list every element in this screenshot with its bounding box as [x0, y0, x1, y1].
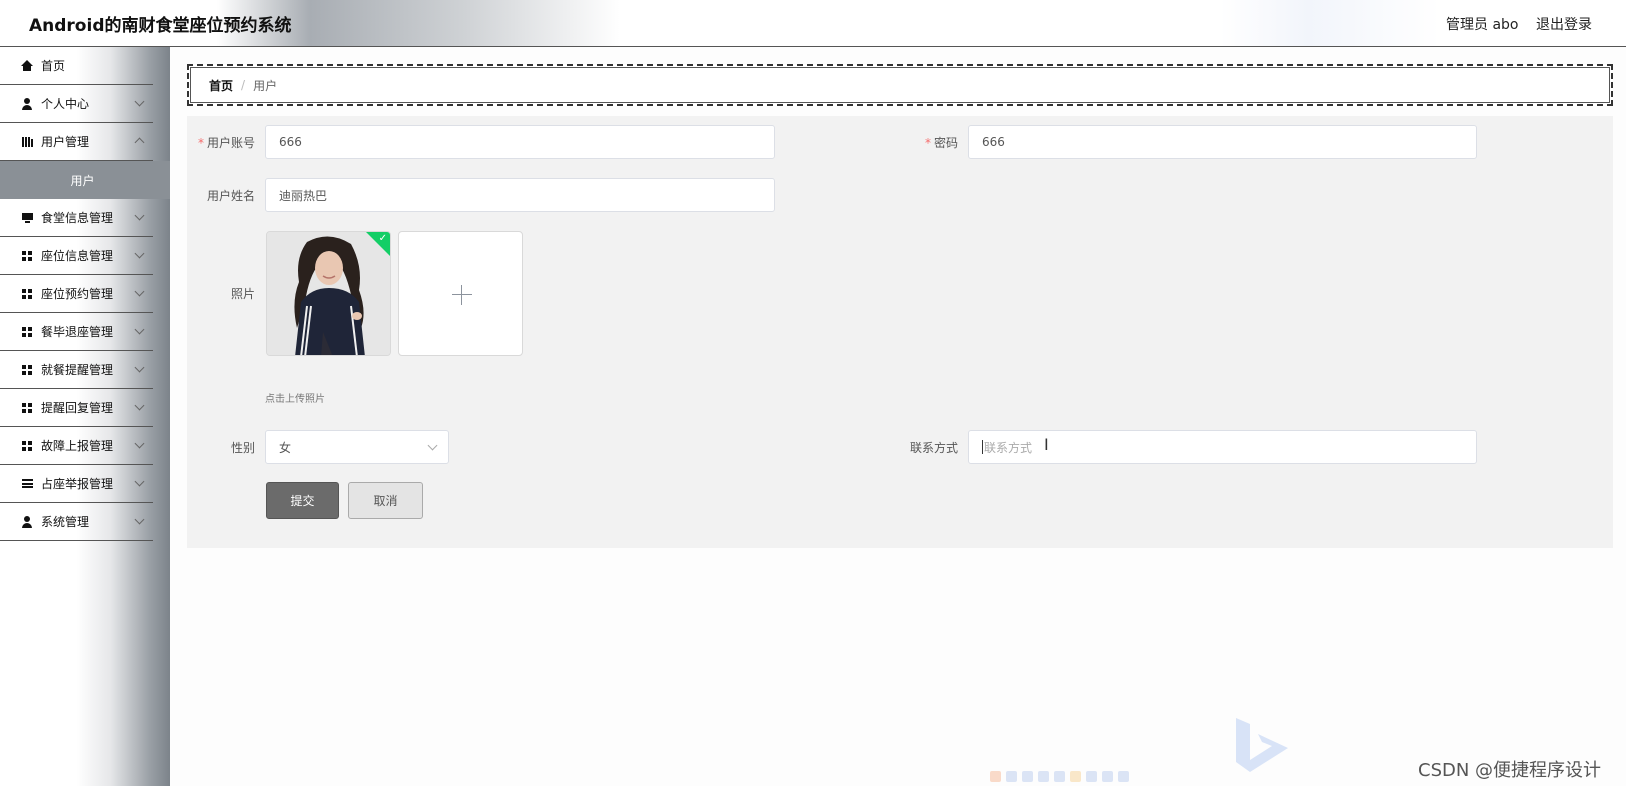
home-icon	[21, 59, 33, 72]
sidebar-subitem-label: 用户	[70, 173, 95, 188]
sidebar-item-label: 故障上报管理	[41, 439, 114, 453]
password-input[interactable]: 666	[968, 125, 1477, 159]
sidebar-item-system[interactable]: 系统管理	[0, 503, 153, 541]
chevron-down-icon	[134, 362, 145, 373]
header-gradient-right	[1220, 0, 1440, 46]
sidebar-item-meal-reminder[interactable]: 就餐提醒管理	[0, 351, 153, 389]
plus-icon-vertical	[461, 285, 462, 305]
chevron-down-icon	[134, 400, 145, 411]
app-title: Android的南财食堂座位预约系统	[29, 16, 292, 36]
gender-select[interactable]: 女	[265, 430, 449, 464]
sidebar-item-canteen-info[interactable]: 食堂信息管理	[0, 199, 153, 237]
contact-label: 联系方式	[909, 441, 958, 455]
sidebar-item-label: 就餐提醒管理	[41, 363, 114, 377]
sidebar-item-home[interactable]: 首页	[0, 47, 153, 85]
user-icon	[21, 97, 33, 110]
account-label: * 用户账号	[197, 136, 255, 150]
grid-icon	[21, 250, 33, 262]
breadcrumb-separator: /	[241, 78, 246, 92]
sidebar-item-label: 个人中心	[41, 97, 90, 111]
gender-select-value: 女	[279, 440, 292, 455]
sidebar-item-label: 首页	[41, 59, 66, 73]
monitor-icon	[21, 212, 33, 224]
sidebar: 首页 个人中心 用户管理 用户 食堂信息管理 座位信息管理 座位预约管理 餐毕退…	[0, 47, 170, 786]
sidebar-item-label: 食堂信息管理	[41, 211, 114, 225]
sidebar-item-seat-return[interactable]: 餐毕退座管理	[0, 313, 153, 351]
sidebar-item-seat-hogging-report[interactable]: 占座举报管理	[0, 465, 153, 503]
gender-label: 性别	[230, 441, 255, 455]
sidebar-item-user-management[interactable]: 用户管理	[0, 123, 153, 161]
bing-logo-icon	[1236, 718, 1288, 772]
chevron-down-icon	[134, 286, 145, 297]
breadcrumb: 首页 / 用户	[187, 64, 1613, 106]
sidebar-item-label: 座位预约管理	[41, 287, 114, 301]
grid-icon	[21, 402, 33, 414]
sidebar-item-seat-booking[interactable]: 座位预约管理	[0, 275, 153, 313]
chevron-down-icon	[134, 476, 145, 487]
logout-link[interactable]: 退出登录	[1536, 14, 1592, 34]
name-input[interactable]: 迪丽热巴	[265, 178, 775, 212]
sidebar-item-label: 系统管理	[41, 515, 90, 529]
grid-icon	[21, 288, 33, 300]
sidebar-item-fault-report[interactable]: 故障上报管理	[0, 427, 153, 465]
user-icon	[21, 515, 33, 528]
sidebar-item-label: 占座举报管理	[41, 477, 114, 491]
sidebar-item-label: 座位信息管理	[41, 249, 114, 263]
grid-icon	[21, 326, 33, 338]
sidebar-item-personal-center[interactable]: 个人中心	[0, 85, 153, 123]
grid-icon	[21, 440, 33, 452]
ime-toolbar	[990, 771, 1160, 785]
check-icon: ✓	[378, 233, 387, 244]
submit-button[interactable]: 提交	[266, 482, 339, 519]
top-header: Android的南财食堂座位预约系统 管理员 abo 退出登录	[0, 0, 1626, 47]
photo-upload-button[interactable]	[398, 231, 523, 356]
password-label: * 密码	[924, 136, 958, 150]
sidebar-subitem-users[interactable]: 用户	[0, 161, 170, 199]
account-input[interactable]: 666	[265, 125, 775, 159]
books-icon	[21, 136, 33, 148]
name-label: 用户姓名	[206, 189, 255, 203]
csdn-watermark: CSDN @便捷程序设计	[1418, 760, 1602, 781]
plus-icon	[452, 294, 472, 295]
current-user: 管理员 abo	[1446, 17, 1519, 33]
uploaded-photo[interactable]: ✓	[266, 231, 391, 356]
text-caret	[982, 440, 983, 454]
photo-label: 照片	[230, 287, 255, 301]
breadcrumb-home[interactable]: 首页	[209, 77, 233, 94]
chevron-down-icon	[134, 438, 145, 449]
chevron-down-icon	[427, 440, 438, 451]
breadcrumb-current: 用户	[253, 78, 278, 93]
sidebar-item-label: 用户管理	[41, 135, 90, 149]
chevron-down-icon	[134, 96, 145, 107]
grid-icon	[21, 364, 33, 376]
contact-placeholder: 联系方式	[984, 440, 1033, 455]
chevron-up-icon	[134, 137, 145, 148]
chevron-down-icon	[134, 210, 145, 221]
list-icon	[21, 478, 33, 490]
sidebar-item-label: 餐毕退座管理	[41, 325, 114, 339]
chevron-down-icon	[134, 248, 145, 259]
sidebar-item-reminder-reply[interactable]: 提醒回复管理	[0, 389, 153, 427]
chevron-down-icon	[134, 324, 145, 335]
ibeam-cursor-icon: I	[1044, 435, 1049, 454]
sidebar-item-label: 提醒回复管理	[41, 401, 114, 415]
upload-tip: 点击上传照片	[265, 394, 325, 405]
sidebar-item-seat-info[interactable]: 座位信息管理	[0, 237, 153, 275]
chevron-down-icon	[134, 514, 145, 525]
cancel-button[interactable]: 取消	[348, 482, 423, 519]
